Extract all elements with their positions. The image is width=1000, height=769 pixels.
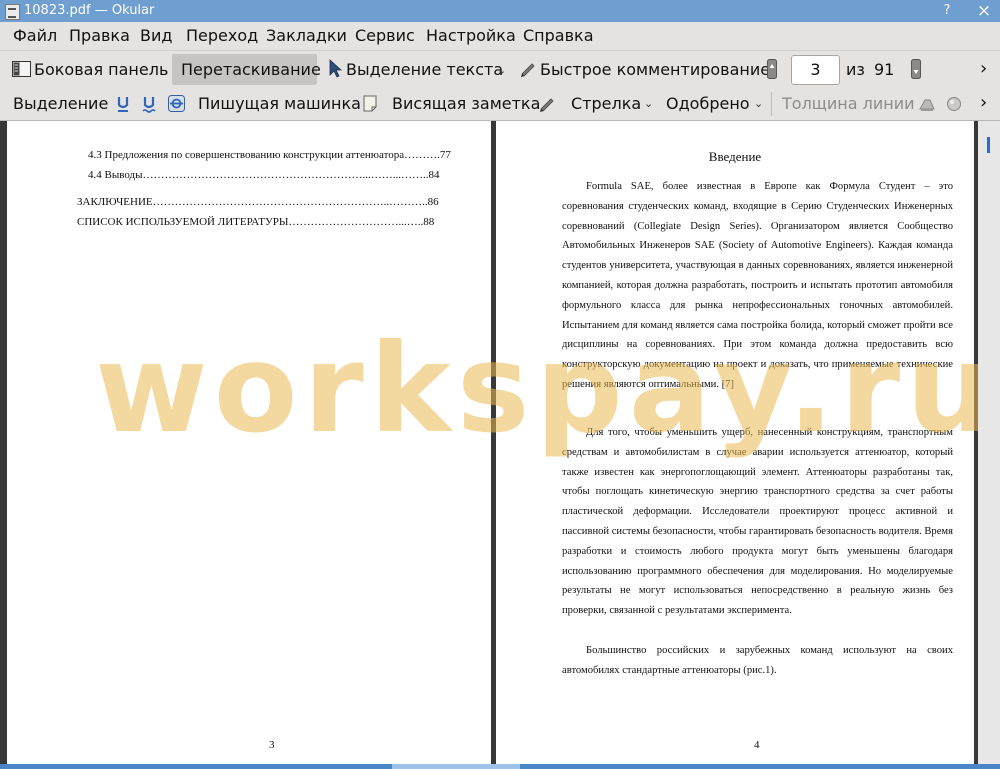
toolbar-separator	[771, 92, 772, 116]
paragraph: Большинство российских и зарубежных кома…	[562, 641, 953, 681]
chevron-down-icon[interactable]: ⌄	[754, 97, 763, 110]
chevron-down-icon[interactable]: ⌄	[644, 97, 653, 110]
sidebar-button[interactable]: Боковая панель	[34, 60, 168, 79]
toc-entry: 4.3 Предложения по совершенствованию кон…	[88, 149, 451, 161]
paragraph-text: Большинство российских и зарубежных кома…	[562, 645, 953, 676]
menu-go[interactable]: Переход	[186, 26, 258, 45]
menu-file[interactable]: Файл	[13, 26, 57, 45]
toolbar-overflow-icon[interactable]: ›	[980, 58, 987, 79]
pen-icon	[521, 63, 535, 77]
page-number-input[interactable]: 3	[791, 55, 840, 85]
toolbar-overflow-icon[interactable]: ›	[980, 92, 987, 113]
paragraph: Для того, чтобы уменьшить ущерб, нанесен…	[562, 423, 953, 621]
document-page-3: 4.3 Предложения по совершенствованию кон…	[7, 121, 491, 764]
paragraph: Formula SAE, более известная в Европе ка…	[562, 177, 953, 395]
page-of-label: из	[846, 60, 865, 79]
menu-help[interactable]: Справка	[523, 26, 594, 45]
close-icon[interactable]: ×	[976, 3, 992, 20]
menu-view[interactable]: Вид	[140, 26, 172, 45]
typewriter-tool-button[interactable]: Пишущая машинка	[198, 94, 361, 113]
menu-bar: Файл Правка Вид Переход Закладки Сервис …	[0, 22, 1000, 50]
cursor-arrow-icon	[329, 59, 342, 78]
paragraph-text: Formula SAE, более известная в Европе ка…	[562, 181, 953, 390]
menu-edit[interactable]: Правка	[69, 26, 130, 45]
stamp-tool-button[interactable]: Одобрено	[666, 94, 750, 113]
popup-note-tool-button[interactable]: Висящая заметка	[392, 94, 540, 113]
text-select-tool-button[interactable]: Выделение текста	[346, 60, 503, 79]
color-icon[interactable]	[918, 96, 936, 112]
okular-app-icon	[5, 4, 20, 20]
strikeout-icon[interactable]	[168, 95, 185, 112]
page-number: 4	[754, 739, 760, 751]
quick-annotations-button[interactable]: Быстрое комментирование	[540, 60, 770, 79]
line-width-button[interactable]: Толщина линии	[782, 94, 915, 113]
toc-entry: СПИСОК ИСПОЛЬЗУЕМОЙ ЛИТЕРАТУРЫ……………………………	[77, 216, 435, 228]
squiggly-underline-icon[interactable]	[142, 95, 156, 113]
chevron-down-icon[interactable]: ⌄	[497, 64, 506, 77]
page-number: 3	[269, 739, 275, 751]
arrow-tool-button[interactable]: Стрелка	[571, 94, 641, 113]
underline-icon[interactable]	[116, 95, 130, 113]
toc-entry: ЗАКЛЮЧЕНИЕ………………………………………………………..………..86	[77, 196, 439, 208]
browse-tool-button[interactable]: Перетаскивание	[181, 60, 321, 79]
previous-page-icon[interactable]	[767, 59, 777, 79]
paragraph-text: Для того, чтобы уменьшить ущерб, нанесен…	[562, 427, 954, 617]
scrollbar-thumb[interactable]	[987, 137, 990, 153]
menu-bookmarks[interactable]: Закладки	[266, 26, 347, 45]
menu-tools[interactable]: Сервис	[355, 26, 415, 45]
window-title: 10823.pdf — Okular	[24, 3, 155, 18]
next-page-icon[interactable]	[911, 59, 921, 79]
page-total-label: 91	[874, 60, 895, 79]
toc-entry: 4.4 Выводы……………………………………………………...……...………	[88, 169, 440, 181]
scrollbar-thumb[interactable]	[392, 764, 520, 769]
highlight-tool-button[interactable]: Выделение	[13, 94, 108, 113]
note-icon[interactable]	[363, 95, 377, 112]
document-page-4: Введение Formula SAE, более известная в …	[496, 121, 974, 764]
pen-icon	[540, 98, 554, 112]
menu-settings[interactable]: Настройка	[426, 26, 516, 45]
sidebar-icon[interactable]	[12, 61, 31, 77]
opacity-icon[interactable]	[946, 96, 962, 112]
help-icon[interactable]: ?	[939, 3, 955, 19]
vertical-scrollbar[interactable]	[978, 121, 1000, 764]
horizontal-scrollbar[interactable]	[0, 764, 1000, 769]
section-heading: Введение	[708, 149, 762, 164]
title-bar: 10823.pdf — Okular ? ×	[0, 0, 1000, 23]
